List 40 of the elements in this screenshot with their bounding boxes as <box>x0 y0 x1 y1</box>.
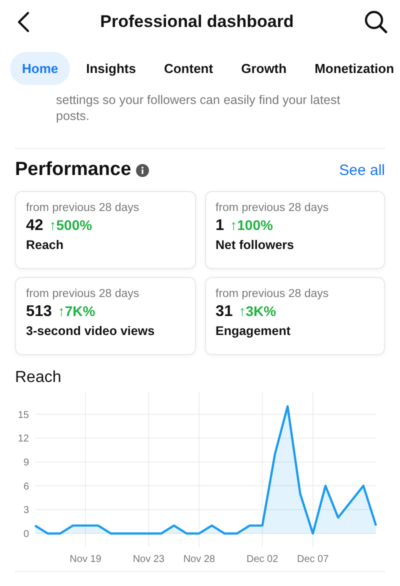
info-icon[interactable] <box>136 164 150 176</box>
section-title: Performance <box>15 159 132 181</box>
period-label: from previous 28 days <box>216 202 330 214</box>
x-axis-label: Nov 28 <box>183 554 216 565</box>
section-title: Reach <box>15 369 62 387</box>
see-all-link[interactable]: See all <box>339 162 385 178</box>
y-axis-label: 15 <box>18 410 29 421</box>
x-axis-label: Dec 07 <box>297 554 329 565</box>
tab[interactable]: Growth <box>229 52 299 84</box>
y-axis-label: 12 <box>18 434 29 445</box>
x-axis-label: Nov 19 <box>70 554 102 565</box>
metric-value: 31 <box>216 303 233 321</box>
change-percent: ↑7K% <box>58 303 96 319</box>
y-axis-label: 0 <box>23 528 29 540</box>
tab[interactable]: Monetization <box>302 52 400 84</box>
x-axis-label: Nov 23 <box>132 554 164 565</box>
period-label: from previous 28 days <box>26 202 140 214</box>
change-percent: ↑100% <box>230 217 273 233</box>
tab[interactable]: Content <box>152 52 226 84</box>
back-icon[interactable] <box>16 11 30 33</box>
period-label: from previous 28 days <box>26 288 140 300</box>
metric-value: 42 <box>26 217 44 235</box>
notice-text: settings so your followers can easily find your latest posts. <box>56 92 342 125</box>
search-icon[interactable] <box>364 10 388 34</box>
page-title: Professional dashboard <box>100 12 294 32</box>
metric-label: 3-second video views <box>26 324 156 338</box>
period-label: from previous 28 days <box>216 288 330 300</box>
metric-value: 1 <box>216 217 224 235</box>
metric-label: Net followers <box>216 238 295 252</box>
metric-value: 513 <box>26 303 52 321</box>
metric-label: Reach <box>26 238 65 252</box>
change-percent: ↑3K% <box>238 303 276 319</box>
x-axis-label: Dec 02 <box>246 554 278 565</box>
metric-label: Engagement <box>216 324 292 338</box>
y-axis-label: 3 <box>23 505 29 516</box>
tab[interactable]: Insights <box>74 52 148 84</box>
tab[interactable]: Home <box>10 52 70 84</box>
y-axis-label: 6 <box>23 481 29 492</box>
y-axis-label: 9 <box>23 457 29 468</box>
change-percent: ↑500% <box>49 217 92 233</box>
